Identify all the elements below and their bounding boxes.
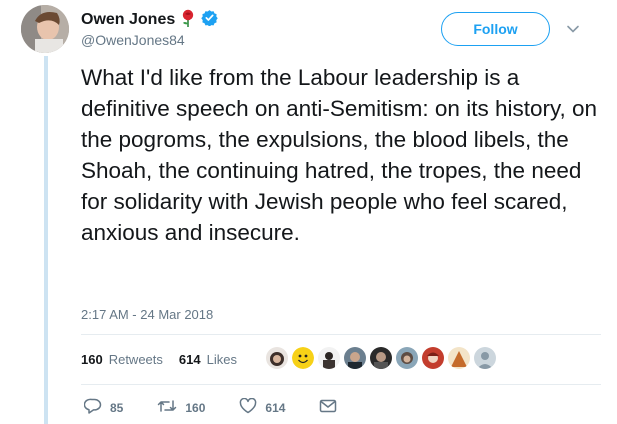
verified-badge-icon xyxy=(201,9,218,31)
chevron-down-icon[interactable] xyxy=(566,22,580,36)
retweets-label[interactable]: Retweets xyxy=(109,352,163,367)
reply-count: 85 xyxy=(110,400,124,415)
liker-avatar[interactable] xyxy=(266,347,288,369)
tweet-text: What I'd like from the Labour leadership… xyxy=(81,65,598,245)
retweet-count: 160 xyxy=(185,400,206,415)
liker-avatar[interactable] xyxy=(318,347,340,369)
likes-label[interactable]: Likes xyxy=(207,352,237,367)
divider xyxy=(81,384,601,385)
reply-button[interactable]: 85 xyxy=(83,398,124,417)
tweet-actions: 85 160 614 xyxy=(83,397,371,417)
tweet-timestamp[interactable]: 2:17 AM - 24 Mar 2018 xyxy=(81,307,213,322)
liker-avatar[interactable] xyxy=(422,347,444,369)
retweet-icon xyxy=(157,398,177,417)
author-name-row: Owen Jones xyxy=(81,9,218,31)
heart-icon xyxy=(239,397,257,417)
avatar[interactable] xyxy=(21,5,69,53)
author-handle[interactable]: @OwenJones84 xyxy=(81,32,185,48)
rose-emoji-icon xyxy=(180,9,196,32)
follow-button[interactable]: Follow xyxy=(441,12,550,46)
reply-icon xyxy=(83,398,102,417)
liker-avatars xyxy=(266,347,496,369)
engagement-stats: 160 Retweets 614 Likes xyxy=(81,352,247,367)
liker-avatar[interactable] xyxy=(344,347,366,369)
liker-avatar[interactable] xyxy=(292,347,314,369)
thread-line xyxy=(44,56,48,424)
retweets-count[interactable]: 160 xyxy=(81,352,103,367)
direct-message-button[interactable] xyxy=(319,399,337,416)
like-button[interactable]: 614 xyxy=(239,397,286,417)
liker-avatar[interactable] xyxy=(474,347,496,369)
like-count: 614 xyxy=(265,400,286,415)
author-name[interactable]: Owen Jones xyxy=(81,11,175,29)
direct-message-icon xyxy=(319,399,337,416)
divider xyxy=(81,334,601,335)
liker-avatar[interactable] xyxy=(396,347,418,369)
retweet-button[interactable]: 160 xyxy=(157,398,205,417)
liker-avatar[interactable] xyxy=(370,347,392,369)
likes-count[interactable]: 614 xyxy=(179,352,201,367)
liker-avatar[interactable] xyxy=(448,347,470,369)
